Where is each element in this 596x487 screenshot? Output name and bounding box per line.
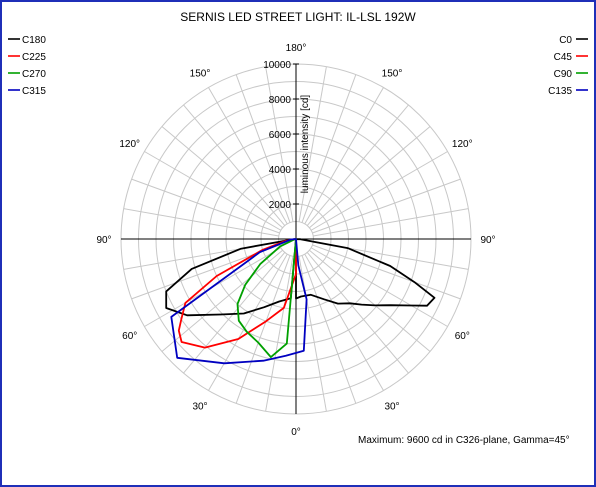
grid-spoke xyxy=(313,208,469,237)
chart-title: SERNIS LED STREET LIGHT: IL-LSL 192W xyxy=(180,10,416,24)
series-layer xyxy=(165,238,436,365)
legend-label: C135 xyxy=(548,86,572,97)
grid-spoke xyxy=(265,66,294,222)
angle-label: 60° xyxy=(455,331,470,342)
legend-label: C315 xyxy=(22,86,46,97)
radial-tick-label: 4000 xyxy=(269,165,292,176)
angle-label: 150° xyxy=(382,69,403,80)
grid-spoke xyxy=(123,208,279,237)
legend-label: C0 xyxy=(559,35,572,46)
legend-label: C270 xyxy=(22,69,46,80)
radial-axis-label: luminous intensity [cd] xyxy=(300,95,311,194)
grid-spoke xyxy=(298,256,327,412)
radial-tick-label: 2000 xyxy=(269,200,292,211)
series-curve-c45-c225 xyxy=(177,238,297,349)
footer-note: Maximum: 9600 cd in C326-plane, Gamma=45… xyxy=(358,435,570,446)
angle-label: 90° xyxy=(96,235,111,246)
grid-spoke xyxy=(265,256,294,412)
radial-tick-label: 10000 xyxy=(263,60,291,71)
legend-label: C90 xyxy=(554,69,573,80)
legend-label: C225 xyxy=(22,52,46,63)
angle-label: 0° xyxy=(291,427,301,438)
angle-label: 60° xyxy=(122,331,137,342)
angle-label: 30° xyxy=(384,401,399,412)
radial-tick-label: 6000 xyxy=(269,130,292,141)
polar-chart: SERNIS LED STREET LIGHT: IL-LSL 192W Max… xyxy=(8,10,588,446)
radial-tick-label: 8000 xyxy=(269,95,292,106)
angle-label: 120° xyxy=(452,139,473,150)
angle-label: 120° xyxy=(119,139,140,150)
angle-label: 30° xyxy=(192,401,207,412)
angle-label: 150° xyxy=(190,69,211,80)
angle-label: 180° xyxy=(286,43,307,54)
legend-label: C180 xyxy=(22,35,46,46)
angle-label: 90° xyxy=(480,235,495,246)
legend-label: C45 xyxy=(554,52,573,63)
